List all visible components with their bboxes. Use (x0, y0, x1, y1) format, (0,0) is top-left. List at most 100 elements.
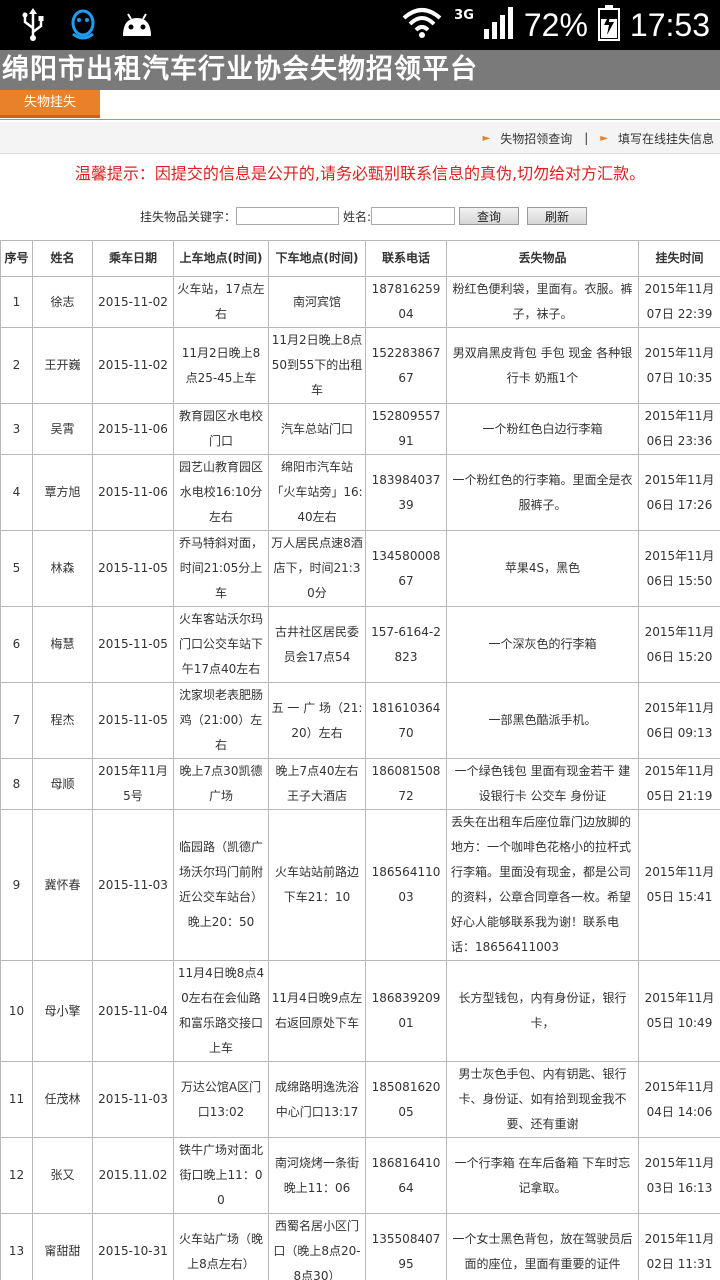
row-index: 11 (0, 1061, 33, 1138)
row-index: 4 (0, 454, 33, 531)
row-lost-item: 粉红色便利袋，里面有。衣服。裤子，袜子。 (446, 276, 639, 328)
row-name: 梅慧 (32, 606, 93, 683)
name-input[interactable] (371, 207, 456, 225)
row-phone: 18161036470 (365, 682, 447, 759)
row-ride-date: 2015-11-05 (92, 682, 174, 759)
page-title: 绵阳市出租汽车行业协会失物招领平台 (0, 50, 720, 90)
row-report-time: 2015年11月07日 10:35 (638, 327, 720, 404)
battery-charging-icon (597, 5, 620, 45)
row-pickup: 铁牛广场对面北街口晚上11：00 (173, 1137, 269, 1214)
row-report-time: 2015年11月06日 09:13 (638, 682, 720, 759)
table-header-row: 序号 姓名 乘车日期 上车地点(时间) 下车地点(时间) 联系电话 丢失物品 挂失时间 (0, 240, 720, 277)
row-pickup: 万达公馆A区门口13:02 (173, 1061, 269, 1138)
row-name: 张又 (32, 1137, 93, 1214)
search-form: 挂失物品关键字： 姓名: 查询 刷新 (140, 205, 588, 227)
row-dropoff: 西蜀名居小区门口（晚上8点20-8点30） (268, 1213, 366, 1280)
refresh-button[interactable]: 刷新 (527, 207, 588, 225)
row-ride-date: 2015年11月5号 (92, 758, 174, 810)
row-name: 林森 (32, 530, 93, 607)
row-name: 徐志 (32, 276, 93, 328)
table-row: 3 吴霄 2015-11-06 教育园区水电校门口 汽车总站门口 15280955791 一… (0, 403, 720, 455)
table-row: 11 任茂林 2015-11-03 万达公馆A区门口13:02 成绵路明逸洗浴中心门口1… (0, 1061, 720, 1138)
row-phone: 13458000867 (365, 530, 447, 607)
col-header-ride-date: 乘车日期 (92, 240, 174, 277)
col-header-pickup: 上车地点(时间) (173, 240, 269, 277)
notification-icons (20, 8, 154, 46)
row-pickup: 火车客站沃尔玛门口公交车站下午17点40左右 (173, 606, 269, 683)
table-row: 7 程杰 2015-11-05 沈家坝老表肥肠鸡（21:00）左右五 一 广 场（21… (0, 682, 720, 759)
row-pickup: 11月2日晚上8点25-45上车 (173, 327, 269, 404)
row-name: 甯甜甜 (32, 1213, 93, 1280)
keyword-label: 挂失物品关键字： (140, 209, 237, 224)
row-phone: 18508162005 (365, 1061, 447, 1138)
table-row: 8 母顺 2015年11月5号 晚上7点30凯德广场 晚上7点40左右王子大酒店 1860… (0, 758, 720, 810)
row-phone: 18681641064 (365, 1137, 447, 1214)
row-name: 冀怀春 (32, 809, 93, 961)
row-phone: 13550840795 (365, 1213, 447, 1280)
row-lost-item: 一个粉红色的行李箱。里面全是衣服裤子。 (446, 454, 639, 531)
row-pickup: 晚上7点30凯德广场 (173, 758, 269, 810)
row-phone: 18781625904 (365, 276, 447, 328)
link-divider: | (584, 131, 589, 145)
col-header-name: 姓名 (32, 240, 93, 277)
status-indicators: 3G 72% 17:53 (400, 0, 710, 50)
tab-lost-report[interactable]: 失物挂失 (0, 90, 100, 118)
row-name: 程杰 (32, 682, 93, 759)
query-button[interactable]: 查询 (459, 207, 520, 225)
row-pickup: 火车站，17点左右 (173, 276, 269, 328)
lost-items-table: 序号 姓名 乘车日期 上车地点(时间) 下车地点(时间) 联系电话 丢失物品 挂失时间 1 徐志… (0, 240, 720, 1280)
row-name: 母顺 (32, 758, 93, 810)
row-dropoff: 绵阳市汽车站「火车站旁」16:40左右 (268, 454, 366, 531)
fill-lost-report-link[interactable]: 填写在线挂失信息 (618, 130, 714, 147)
table-row: 4 覃方旭 2015-11-06 园艺山教育园区水电校16:10分左右 绵阳市汽车站「火… (0, 454, 720, 531)
row-report-time: 2015年11月05日 21:19 (638, 758, 720, 810)
row-name: 任茂林 (32, 1061, 93, 1138)
table-row: 12 张又 2015.11.02 铁牛广场对面北街口晚上11：00 南河烧烤一条街晚上1… (0, 1137, 720, 1214)
row-ride-date: 2015-11-05 (92, 606, 174, 683)
row-lost-item: 一个粉红色白边行李箱 (446, 403, 639, 455)
table-row: 9 冀怀春 2015-11-03 临园路（凯德广场沃尔玛门前附近公交车站台）晚上20：… (0, 809, 720, 961)
lost-found-query-link[interactable]: 失物招领查询 (500, 130, 572, 147)
keyword-input[interactable] (236, 207, 340, 225)
table-row: 10 母小擎 2015-11-04 11月4日晚8点40左右在会仙路和富乐路交接口上车… (0, 960, 720, 1062)
col-header-lost-item: 丢失物品 (446, 240, 639, 277)
row-name: 母小擎 (32, 960, 93, 1062)
row-pickup: 火车站广场（晚上8点左右） (173, 1213, 269, 1280)
row-phone: 18656411003 (365, 809, 447, 961)
battery-percentage: 72% (523, 6, 588, 43)
android-icon (120, 12, 154, 42)
row-index: 13 (0, 1213, 33, 1280)
row-dropoff: 万人居民点速8酒店下，时间21:30分 (268, 530, 366, 607)
table-row: 2 王开巍 2015-11-02 11月2日晚上8点25-45上车 11月2日晚上8点5… (0, 327, 720, 404)
row-report-time: 2015年11月04日 14:06 (638, 1061, 720, 1138)
network-type: 3G (454, 7, 474, 23)
row-report-time: 2015年11月06日 15:20 (638, 606, 720, 683)
sub-navigation: ► 失物招领查询 | ► 填写在线挂失信息 (0, 122, 720, 154)
row-report-time: 2015年11月06日 15:50 (638, 530, 720, 607)
row-phone: 18683920901 (365, 960, 447, 1062)
row-report-time: 2015年11月06日 17:26 (638, 454, 720, 531)
arrow-right-icon: ► (600, 132, 608, 144)
row-pickup: 教育园区水电校门口 (173, 403, 269, 455)
row-report-time: 2015年11月07日 22:39 (638, 276, 720, 328)
name-label: 姓名: (343, 209, 372, 224)
row-report-time: 2015年11月03日 16:13 (638, 1137, 720, 1214)
table-row: 1 徐志 2015-11-02 火车站，17点左右 南河宾馆 18781625904 粉红色… (0, 276, 720, 328)
row-ride-date: 2015-11-04 (92, 960, 174, 1062)
row-lost-item: 一个深灰色的行李箱 (446, 606, 639, 683)
row-ride-date: 2015-11-06 (92, 454, 174, 531)
status-bar: 3G 72% 17:53 (0, 0, 720, 50)
table-row: 13 甯甜甜 2015-10-31 火车站广场（晚上8点左右） 西蜀名居小区门口（晚上8… (0, 1213, 720, 1280)
row-ride-date: 2015-11-02 (92, 327, 174, 404)
row-lost-item: 一个绿色钱包 里面有现金若干 建设银行卡 公交车 身份证 (446, 758, 639, 810)
row-lost-item: 一个行李箱 在车后备箱 下车时忘记拿取。 (446, 1137, 639, 1214)
signal-icon (483, 7, 514, 43)
row-dropoff: 晚上7点40左右王子大酒店 (268, 758, 366, 810)
row-dropoff: 11月2日晚上8点50到55下的出租车 (268, 327, 366, 404)
row-ride-date: 2015-11-02 (92, 276, 174, 328)
qq-icon (68, 8, 98, 46)
wifi-icon (400, 6, 444, 44)
row-pickup: 11月4日晚8点40左右在会仙路和富乐路交接口上车 (173, 960, 269, 1062)
row-pickup: 园艺山教育园区水电校16:10分左右 (173, 454, 269, 531)
row-dropoff: 火车站站前路边下车21：10 (268, 809, 366, 961)
